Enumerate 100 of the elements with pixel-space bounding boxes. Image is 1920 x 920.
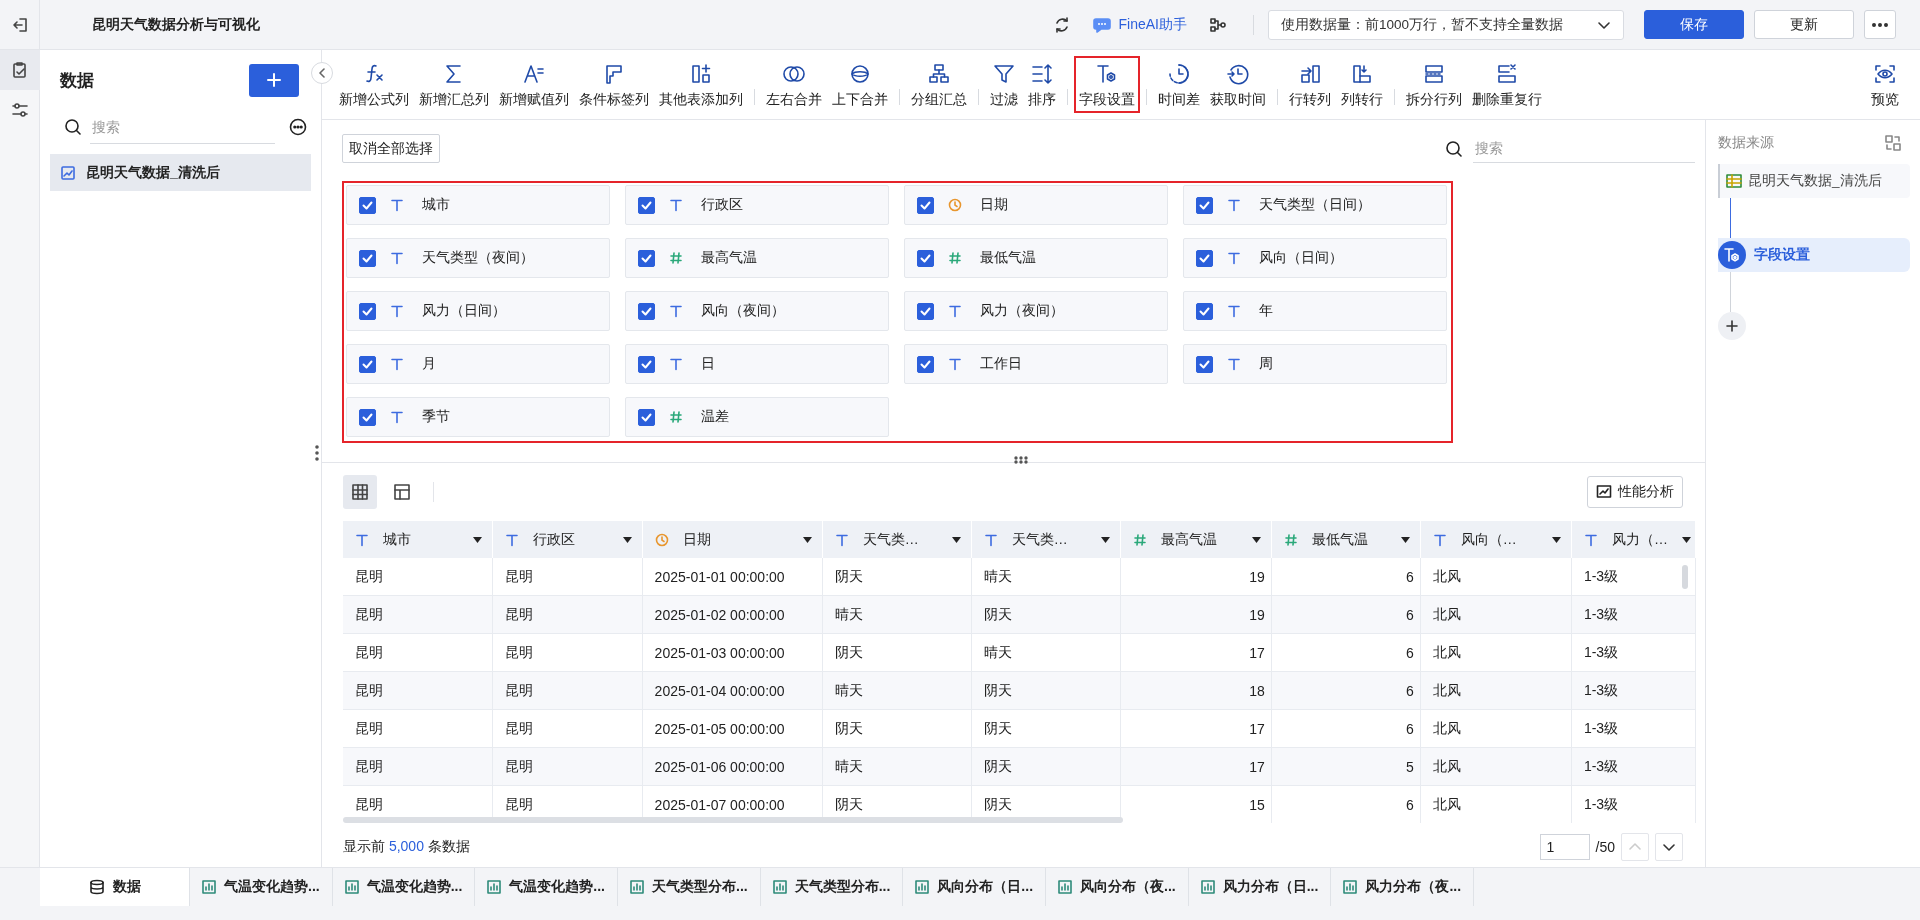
table-cell: 17 <box>1120 709 1272 748</box>
table-cell: 19 <box>1120 595 1272 634</box>
field-card[interactable]: 风向（夜间） <box>625 291 889 331</box>
toolbar-button[interactable]: 预览 <box>1866 56 1904 113</box>
toolbar-button[interactable]: 行转列 <box>1284 56 1336 113</box>
sheet-tab[interactable]: 风向分布（日... <box>903 868 1047 906</box>
deselect-all-button[interactable]: 取消全部选择 <box>342 134 440 163</box>
dataset-item[interactable]: 昆明天气数据_清洗后 <box>50 154 311 191</box>
toolbar-button[interactable]: 字段设置 <box>1074 56 1140 113</box>
table-cell: 昆明 <box>492 747 643 786</box>
toolbar-button[interactable]: 列转行 <box>1336 56 1388 113</box>
column-header[interactable]: 城市 <box>343 521 493 558</box>
field-card[interactable]: 日 <box>625 344 889 384</box>
field-card[interactable]: 最高气温 <box>625 238 889 278</box>
field-card[interactable]: 天气类型（夜间） <box>346 238 610 278</box>
table-cell: 1-3级 <box>1571 595 1696 634</box>
total-pages-text: /50 <box>1595 839 1615 855</box>
toolbar-button[interactable]: 新增赋值列 <box>494 56 574 113</box>
table-cell: 1-3级 <box>1571 747 1696 786</box>
toolbar-button[interactable]: 分组汇总 <box>906 56 972 113</box>
sheet-tab[interactable]: 风向分布（夜... <box>1046 868 1189 906</box>
field-label: 工作日 <box>980 355 1022 373</box>
toolbar-button[interactable]: 排序 <box>1023 56 1061 113</box>
field-card[interactable]: 温差 <box>625 397 889 437</box>
toolbar-button[interactable]: 新增汇总列 <box>414 56 494 113</box>
field-card[interactable]: 风力（日间） <box>346 291 610 331</box>
table-cell: 2025-01-02 00:00:00 <box>642 595 823 634</box>
toolbar-button[interactable]: 新增公式列 <box>334 56 414 113</box>
column-header[interactable]: 行政区 <box>492 521 643 558</box>
sheet-tab[interactable]: 气温变化趋势... <box>332 868 476 906</box>
search-field[interactable]: 搜索 <box>90 110 275 144</box>
data-source-item[interactable]: 昆明天气数据_清洗后 <box>1718 164 1910 198</box>
field-card[interactable]: 天气类型（日间） <box>1183 185 1447 225</box>
field-label: 温差 <box>701 408 729 426</box>
table-cell: 2025-01-03 00:00:00 <box>642 633 823 672</box>
column-header[interactable]: 风力（… <box>1571 521 1696 558</box>
table-cell: 6 <box>1271 595 1421 634</box>
field-label: 城市 <box>422 196 450 214</box>
data-source-title: 数据来源 <box>1718 134 1774 152</box>
column-header[interactable]: 最高气温 <box>1120 521 1272 558</box>
sheet-tab[interactable]: 天气类型分布... <box>618 868 761 906</box>
save-button[interactable]: 保存 <box>1644 10 1744 39</box>
field-card[interactable]: 行政区 <box>625 185 889 225</box>
column-header[interactable]: 天气类… <box>822 521 972 558</box>
table-cell: 2025-01-06 00:00:00 <box>642 747 823 786</box>
table-cell: 昆明 <box>492 595 643 634</box>
table-cell: 17 <box>1120 747 1272 786</box>
toolbar-button[interactable]: 其他表添加列 <box>654 56 748 113</box>
column-header[interactable]: 最低气温 <box>1271 521 1421 558</box>
field-label: 风向（日间） <box>1259 249 1343 267</box>
field-label: 风力（日间） <box>422 302 506 320</box>
table-cell: 6 <box>1271 558 1421 596</box>
field-card[interactable]: 最低气温 <box>904 238 1168 278</box>
table-cell: 晴天 <box>971 633 1121 672</box>
toolbar-button[interactable]: 左右合并 <box>761 56 827 113</box>
update-button[interactable]: 更新 <box>1754 10 1854 39</box>
toolbar-button[interactable]: 上下合并 <box>827 56 893 113</box>
field-label: 天气类型（夜间） <box>422 249 534 267</box>
sheet-tab[interactable]: 风力分布（日... <box>1188 868 1332 906</box>
table-cell: 19 <box>1120 558 1272 596</box>
field-card[interactable]: 风向（日间） <box>1183 238 1447 278</box>
field-card[interactable]: 周 <box>1183 344 1447 384</box>
toolbar-button[interactable]: 拆分行列 <box>1401 56 1467 113</box>
sheet-tab[interactable]: 气温变化趋势... <box>475 868 618 906</box>
column-header[interactable]: 日期 <box>642 521 823 558</box>
sheet-tab[interactable]: 天气类型分布... <box>760 868 904 906</box>
sheet-tab[interactable]: 数据 <box>40 868 190 906</box>
toolbar-button[interactable]: 条件标签列 <box>574 56 654 113</box>
ai-assistant-button[interactable]: FineAI助手 <box>1092 15 1187 34</box>
field-card[interactable]: 风力（夜间） <box>904 291 1168 331</box>
field-card[interactable]: 月 <box>346 344 610 384</box>
sidebar-title: 数据 <box>60 69 94 92</box>
toolbar-button[interactable]: 时间差 <box>1153 56 1205 113</box>
toolbar-button[interactable]: 过滤 <box>985 56 1023 113</box>
toolbar-button[interactable]: 删除重复行 <box>1467 56 1547 113</box>
toolbar-button[interactable]: 获取时间 <box>1205 56 1271 113</box>
field-card[interactable]: 工作日 <box>904 344 1168 384</box>
table-cell: 北风 <box>1420 595 1572 634</box>
column-header[interactable]: 风向（… <box>1420 521 1572 558</box>
table-cell: 阴天 <box>971 671 1121 710</box>
search-field[interactable]: 搜索 <box>1473 134 1695 163</box>
table-cell: 1-3级 <box>1571 785 1696 823</box>
field-card[interactable]: 日期 <box>904 185 1168 225</box>
step-item[interactable]: 字段设置 <box>1718 238 1910 272</box>
table-cell: 昆明 <box>343 671 493 710</box>
table-cell: 2025-01-01 00:00:00 <box>642 558 823 596</box>
field-card[interactable]: 季节 <box>346 397 610 437</box>
table-cell: 北风 <box>1420 785 1572 823</box>
sheet-tab[interactable]: 风力分布（夜... <box>1331 868 1475 906</box>
field-label: 季节 <box>422 408 450 426</box>
sheet-tab[interactable]: 气温变化趋势... <box>190 868 333 906</box>
data-usage-dropdown[interactable]: 使用数据量：前1000万行，暂不支持全量数据 <box>1268 9 1624 40</box>
field-card[interactable]: 年 <box>1183 291 1447 331</box>
table-cell: 昆明 <box>343 747 493 786</box>
performance-analysis-button[interactable]: 性能分析 <box>1587 476 1683 508</box>
field-card[interactable]: 城市 <box>346 185 610 225</box>
page-input[interactable]: 1 <box>1539 834 1590 860</box>
column-header[interactable]: 天气类… <box>971 521 1121 558</box>
table-cell: 北风 <box>1420 747 1572 786</box>
table-cell: 阴天 <box>971 747 1121 786</box>
